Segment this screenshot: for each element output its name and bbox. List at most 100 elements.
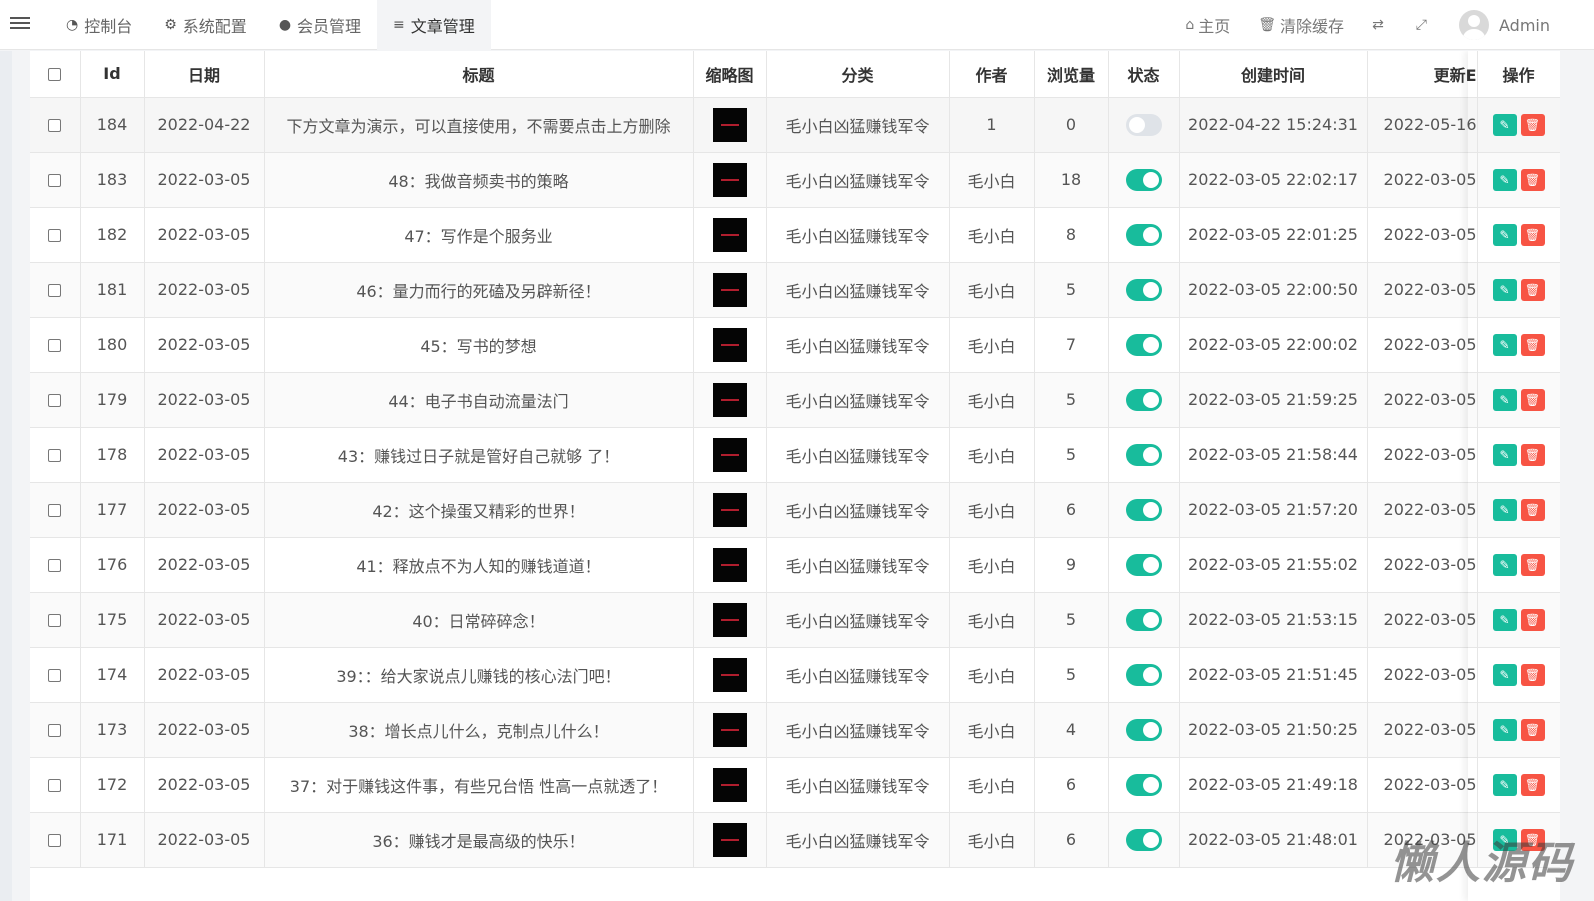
thumbnail-image[interactable] [712, 217, 747, 252]
row-checkbox[interactable] [48, 669, 62, 682]
table-row[interactable]: 181 2022-03-05 46：量力而行的死磕及另辟新径！ 毛小白凶猛赚钱军令 毛小… [30, 262, 1560, 318]
thumbnail-image[interactable] [712, 437, 747, 472]
delete-button[interactable]: 🗑 [1520, 443, 1545, 466]
status-toggle[interactable] [1125, 443, 1162, 466]
delete-button[interactable]: 🗑 [1520, 223, 1545, 246]
edit-button[interactable]: ✎ [1492, 388, 1517, 411]
table-row[interactable]: 182 2022-03-05 47：写作是个服务业 毛小白凶猛赚钱军令 毛小白 8 2022… [30, 207, 1560, 263]
edit-button[interactable]: ✎ [1492, 663, 1517, 686]
thumbnail-image[interactable] [712, 712, 747, 747]
col-created[interactable]: 创建时间 [1179, 51, 1368, 98]
edit-button[interactable]: ✎ [1492, 443, 1517, 466]
row-checkbox[interactable] [48, 119, 62, 132]
thumbnail-image[interactable] [712, 657, 747, 692]
delete-button[interactable]: 🗑 [1520, 388, 1545, 411]
table-row[interactable]: 171 2022-03-05 36：赚钱才是最高级的快乐！ 毛小白凶猛赚钱军令 毛小白 6… [30, 812, 1560, 868]
table-row[interactable]: 176 2022-03-05 41：释放点不为人知的赚钱道道！ 毛小白凶猛赚钱军令 毛小… [30, 537, 1560, 593]
row-checkbox[interactable] [48, 174, 62, 187]
row-checkbox[interactable] [48, 779, 62, 792]
table-row[interactable]: 172 2022-03-05 37：对于赚钱这件事，有些兄台悟 性高一点就透了！ 毛小… [30, 757, 1560, 813]
nav-item-members[interactable]: ● 会员管理 [263, 0, 377, 50]
status-toggle[interactable] [1125, 828, 1162, 851]
col-category[interactable]: 分类 [766, 51, 950, 98]
status-toggle[interactable] [1125, 663, 1162, 686]
nav-item-system-config[interactable]: ⚙ 系统配置 [148, 0, 263, 50]
delete-button[interactable]: 🗑 [1520, 113, 1545, 136]
thumbnail-image[interactable] [712, 382, 747, 417]
user-menu[interactable]: Admin [1445, 0, 1564, 50]
fullscreen-button[interactable]: ⤢ [1402, 0, 1445, 50]
thumbnail-image[interactable] [712, 107, 747, 142]
table-row[interactable]: 179 2022-03-05 44：电子书自动流量法门 毛小白凶猛赚钱军令 毛小白 5 20… [30, 372, 1560, 428]
status-toggle[interactable] [1125, 553, 1162, 576]
row-checkbox[interactable] [48, 449, 62, 462]
row-checkbox[interactable] [48, 724, 62, 737]
edit-button[interactable]: ✎ [1492, 333, 1517, 356]
delete-button[interactable]: 🗑 [1520, 168, 1545, 191]
table-row[interactable]: 178 2022-03-05 43：赚钱过日子就是管好自己就够 了！ 毛小白凶猛赚钱军… [30, 427, 1560, 483]
col-title[interactable]: 标题 [264, 51, 694, 98]
thumbnail-image[interactable] [712, 327, 747, 362]
delete-button[interactable]: 🗑 [1520, 333, 1545, 356]
status-toggle[interactable] [1125, 388, 1162, 411]
thumbnail-image[interactable] [712, 822, 747, 857]
thumbnail-image[interactable] [712, 162, 747, 197]
clear-cache-button[interactable]: 🗑 清除缓存 [1244, 0, 1358, 50]
col-date[interactable]: 日期 [144, 51, 265, 98]
status-toggle[interactable] [1125, 168, 1162, 191]
delete-button[interactable]: 🗑 [1520, 278, 1545, 301]
table-row[interactable]: 175 2022-03-05 40：日常碎碎念！ 毛小白凶猛赚钱军令 毛小白 5 2022-… [30, 592, 1560, 648]
row-checkbox[interactable] [48, 559, 62, 572]
status-toggle[interactable] [1125, 498, 1162, 521]
status-toggle[interactable] [1125, 718, 1162, 741]
row-checkbox[interactable] [48, 834, 62, 847]
thumbnail-image[interactable] [712, 602, 747, 637]
table-row[interactable]: 183 2022-03-05 48：我做音频卖书的策略 毛小白凶猛赚钱军令 毛小白 18 2… [30, 152, 1560, 208]
edit-button[interactable]: ✎ [1492, 113, 1517, 136]
thumbnail-image[interactable] [712, 492, 747, 527]
edit-button[interactable]: ✎ [1492, 608, 1517, 631]
status-toggle[interactable] [1125, 333, 1162, 356]
row-checkbox[interactable] [48, 614, 62, 627]
row-checkbox[interactable] [48, 504, 62, 517]
row-checkbox[interactable] [48, 229, 62, 242]
status-toggle[interactable] [1125, 608, 1162, 631]
translate-button[interactable]: ⇄ [1358, 0, 1402, 50]
delete-button[interactable]: 🗑 [1520, 498, 1545, 521]
col-id[interactable]: Id [80, 51, 145, 98]
status-toggle[interactable] [1125, 223, 1162, 246]
delete-button[interactable]: 🗑 [1520, 553, 1545, 576]
row-checkbox[interactable] [48, 284, 62, 297]
table-row[interactable]: 177 2022-03-05 42：这个操蛋又精彩的世界！ 毛小白凶猛赚钱军令 毛小白 6… [30, 482, 1560, 538]
edit-button[interactable]: ✎ [1492, 168, 1517, 191]
delete-button[interactable]: 🗑 [1520, 608, 1545, 631]
nav-item-dashboard[interactable]: ◔ 控制台 [50, 0, 148, 50]
col-updated[interactable]: 更新E [1367, 51, 1478, 98]
status-toggle[interactable] [1125, 278, 1162, 301]
edit-button[interactable]: ✎ [1492, 278, 1517, 301]
home-link[interactable]: ⌂ 主页 [1171, 0, 1244, 50]
row-checkbox[interactable] [48, 339, 62, 352]
edit-button[interactable]: ✎ [1492, 498, 1517, 521]
edit-button[interactable]: ✎ [1492, 553, 1517, 576]
status-toggle[interactable] [1125, 113, 1162, 136]
row-checkbox[interactable] [48, 394, 62, 407]
edit-button[interactable]: ✎ [1492, 223, 1517, 246]
thumbnail-image[interactable] [712, 767, 747, 802]
col-views[interactable]: 浏览量 [1034, 51, 1109, 98]
delete-button[interactable]: 🗑 [1520, 773, 1545, 796]
col-status[interactable]: 状态 [1108, 51, 1180, 98]
table-row[interactable]: 174 2022-03-05 39：：给大家说点儿赚钱的核心法门吧！ 毛小白凶猛赚钱军… [30, 647, 1560, 703]
thumbnail-image[interactable] [712, 272, 747, 307]
table-row[interactable]: 173 2022-03-05 38：增长点儿什么，克制点儿什么！ 毛小白凶猛赚钱军令毛… [30, 702, 1560, 758]
menu-toggle-icon[interactable] [10, 14, 30, 34]
edit-button[interactable]: ✎ [1492, 718, 1517, 741]
nav-item-articles[interactable]: ≡ 文章管理 [377, 0, 491, 50]
delete-button[interactable]: 🗑 [1520, 718, 1545, 741]
edit-button[interactable]: ✎ [1492, 773, 1517, 796]
thumbnail-image[interactable] [712, 547, 747, 582]
status-toggle[interactable] [1125, 773, 1162, 796]
select-all-checkbox[interactable] [48, 68, 62, 82]
table-row[interactable]: 180 2022-03-05 45：写书的梦想 毛小白凶猛赚钱军令 毛小白 7 2022-0… [30, 317, 1560, 373]
delete-button[interactable]: 🗑 [1520, 663, 1545, 686]
